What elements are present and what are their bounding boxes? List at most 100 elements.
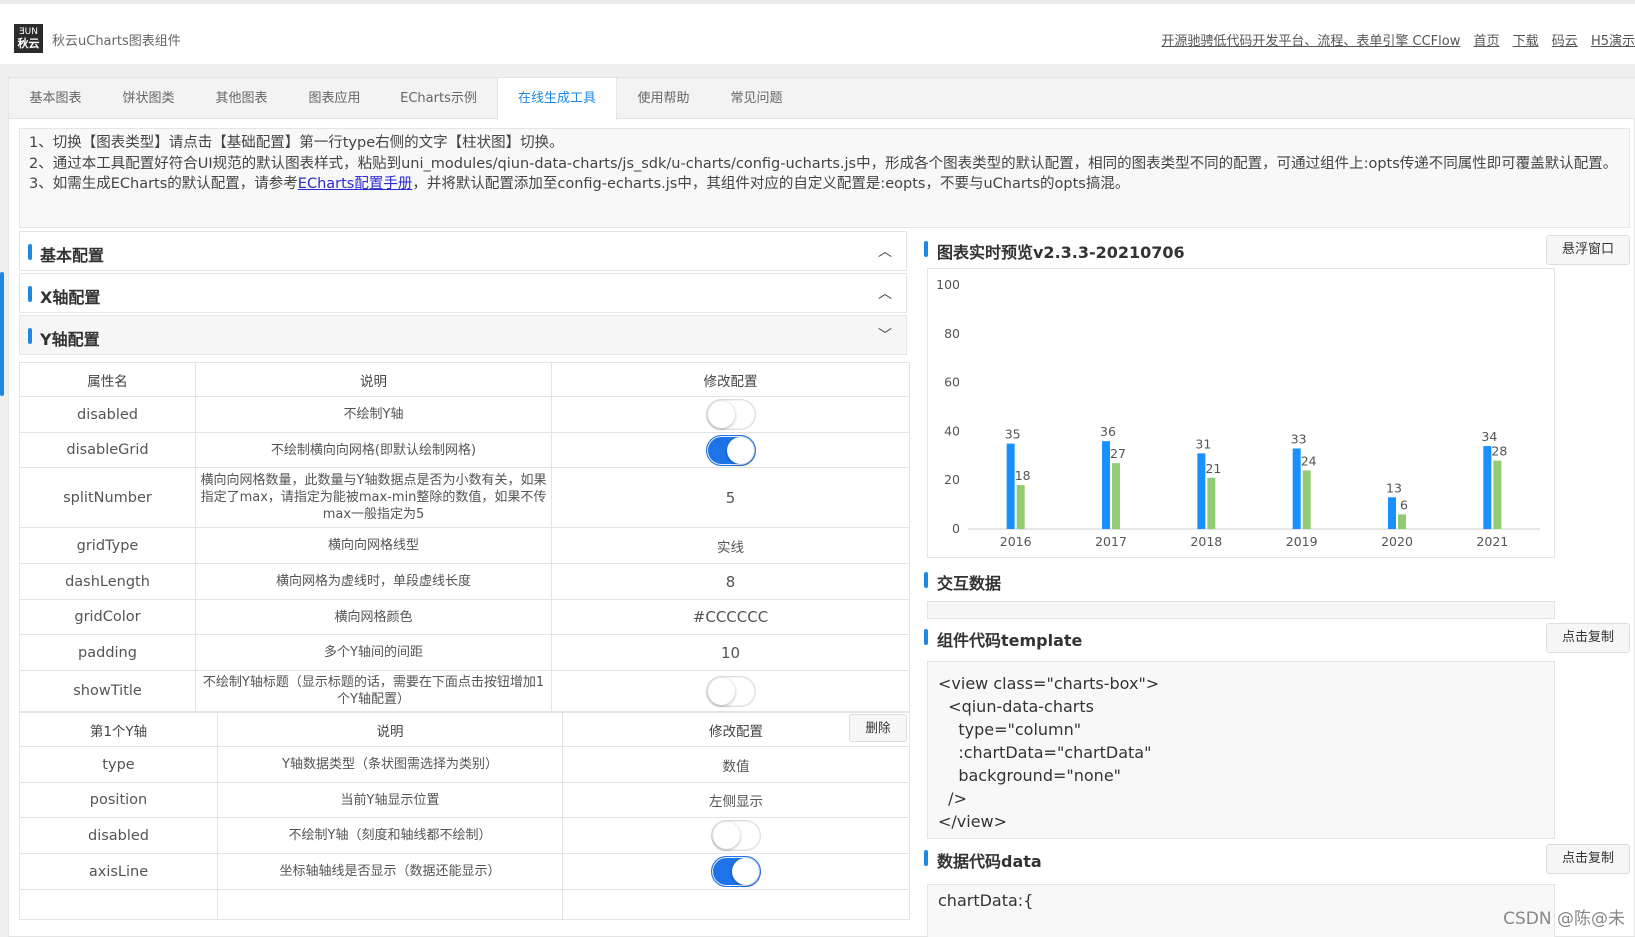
y-tick-label: 100: [936, 277, 960, 292]
table-row: disableGrid 不绘制横向向网格(即默认绘制网格): [19, 432, 910, 468]
link-home[interactable]: 首页: [1473, 34, 1499, 49]
prop-value[interactable]: 8: [551, 563, 910, 600]
data-label: 21: [1205, 461, 1221, 476]
bar-2021-series-1: [1483, 446, 1492, 529]
column-chart: 0 20 40 60 80 100 2016 35 18 2017 36 27 2018 31 21 2019…: [936, 277, 1540, 549]
tab-online-tool[interactable]: 在线生成工具: [497, 78, 617, 120]
app-logo[interactable]: ƎUN 秋云: [14, 24, 43, 53]
header-cell: 第1个Y轴: [19, 712, 218, 747]
section-accent-bar: [924, 572, 928, 588]
delete-yaxis-button[interactable]: 删除: [849, 714, 907, 742]
header-cell-label: 修改配置: [709, 723, 763, 740]
float-window-button[interactable]: 悬浮窗口: [1546, 235, 1630, 265]
bar-2021-series-2: [1493, 460, 1502, 529]
tab-basic-charts[interactable]: 基本图表: [9, 78, 102, 119]
toggle-switch[interactable]: [705, 675, 756, 707]
prop-name: splitNumber: [19, 467, 196, 528]
table-row: disabled 不绘制Y轴: [19, 396, 910, 433]
chevron-down-icon[interactable]: ﹀: [878, 325, 892, 345]
copy-data-button[interactable]: 点击复制: [1546, 844, 1630, 874]
section-yaxis-config[interactable]: Y轴配置 ﹀: [19, 315, 907, 355]
toggle-switch[interactable]: [711, 856, 761, 887]
prop-desc: 多个Y轴间的间距: [195, 634, 552, 671]
data-label: 18: [1015, 468, 1031, 483]
prop-value[interactable]: 实线: [551, 527, 910, 564]
toggle-switch[interactable]: [705, 434, 756, 466]
table-row: gridColor 横向网格颜色 #CCCCCC: [19, 599, 910, 635]
chevron-up-icon[interactable]: ︿: [878, 241, 892, 261]
prop-desc: Y轴数据类型（条状图需选择为类别）: [217, 746, 563, 783]
empty-cell: [19, 889, 218, 920]
prop-desc: 横向向网格线型: [195, 527, 552, 564]
bar-2016-series-1: [1006, 443, 1015, 529]
prop-desc: 坐标轴轴线是否显示（数据还能显示）: [217, 853, 563, 890]
tab-other-charts[interactable]: 其他图表: [195, 78, 288, 119]
template-header: 组件代码template 点击复制: [924, 623, 1630, 653]
logo-text-bottom: 秋云: [17, 37, 40, 50]
link-gitee[interactable]: 码云: [1552, 34, 1578, 49]
x-tick-label: 2016: [1000, 534, 1032, 549]
tab-help[interactable]: 使用帮助: [617, 78, 710, 119]
table-row: padding 多个Y轴间的间距 10: [19, 634, 910, 671]
section-title: Y轴配置: [40, 330, 100, 349]
toggle-switch[interactable]: [711, 820, 761, 851]
header-cell: 属性名: [19, 362, 196, 397]
data-label: 24: [1301, 453, 1317, 468]
notice-line-3-suffix: ，并将默认配置添加至config-echarts.js中，其组件对应的自定义配置…: [412, 176, 1130, 192]
prop-value-cell: [551, 670, 910, 712]
prop-value[interactable]: #CCCCCC: [551, 599, 910, 635]
notice-line-3: 3、如需生成ECharts的默认配置，请参考ECharts配置手册，并将默认配置…: [29, 174, 1620, 195]
bar-2017-series-1: [1102, 441, 1110, 529]
section-basic-config[interactable]: 基本配置 ︿: [19, 231, 907, 271]
y-tick-label: 0: [952, 521, 960, 536]
header-cell: 说明: [195, 362, 552, 397]
section-title: X轴配置: [40, 288, 101, 307]
prop-value[interactable]: 5: [551, 467, 910, 528]
prop-value[interactable]: 左侧显示: [562, 782, 910, 818]
bar-2017-series-2: [1112, 463, 1120, 529]
echarts-manual-link[interactable]: ECharts配置手册: [298, 176, 413, 192]
link-ccflow[interactable]: 开源驰骋低代码开发平台、流程、表单引擎 CCFlow: [1161, 34, 1460, 49]
copy-template-button[interactable]: 点击复制: [1546, 623, 1630, 653]
prop-value[interactable]: 数值: [562, 746, 910, 783]
bar-2018-series-1: [1197, 453, 1206, 529]
prop-value-cell: [562, 817, 910, 854]
prop-desc: 当前Y轴显示位置: [217, 782, 563, 818]
table-header-row: 第1个Y轴 说明 修改配置 删除: [19, 712, 910, 747]
prop-desc: 不绘制横向向网格(即默认绘制网格): [195, 432, 552, 468]
bar-2018-series-2: [1207, 477, 1216, 529]
link-h5-demo[interactable]: H5演示: [1591, 34, 1635, 49]
tab-pie-charts[interactable]: 饼状图类: [102, 78, 195, 119]
scroll-indicator[interactable]: [0, 272, 4, 396]
table-row: showTitle 不绘制Y轴标题（显示标题的话，需要在下面点击按钮增加1个Y轴…: [19, 670, 910, 712]
section-title: 基本配置: [40, 246, 105, 265]
prop-name: showTitle: [19, 670, 196, 712]
notice-line-2: 2、通过本工具配置好符合UI规范的默认图表样式，粘贴到uni_modules/q…: [29, 155, 1618, 172]
bar-2016-series-2: [1016, 485, 1025, 529]
prop-value[interactable]: 10: [551, 634, 910, 671]
template-code[interactable]: <view class="charts-box"> <qiun-data-cha…: [927, 661, 1555, 839]
prop-value-cell: [562, 853, 910, 890]
tab-faq[interactable]: 常见问题: [710, 78, 803, 119]
section-accent-bar: [924, 629, 928, 645]
prop-value-cell: [551, 432, 910, 468]
tab-echarts-examples[interactable]: ECharts示例: [381, 78, 496, 119]
toggle-switch[interactable]: [705, 399, 756, 430]
data-code[interactable]: chartData:{: [927, 884, 1555, 937]
prop-desc: 不绘制Y轴（刻度和轴线都不绘制）: [217, 817, 563, 854]
tab-bar: 基本图表 饼状图类 其他图表 图表应用 ECharts示例 在线生成工具 使用帮…: [9, 78, 1635, 120]
y-tick-label: 60: [944, 375, 960, 390]
prop-name: disabled: [19, 817, 218, 854]
x-tick-label: 2017: [1095, 534, 1127, 549]
tab-chart-apps[interactable]: 图表应用: [288, 78, 381, 119]
bar-2020-series-2: [1398, 514, 1406, 529]
prop-desc: 不绘制Y轴: [195, 396, 552, 433]
chart-preview: 0 20 40 60 80 100 2016 35 18 2017 36 27 2018 31 21 2019…: [927, 268, 1555, 558]
notice-line-1: 1、切换【图表类型】请点击【基础配置】第一行type右侧的文字【柱状图】切换。: [29, 135, 564, 151]
section-accent-bar: [28, 244, 32, 260]
table-row: axisLine 坐标轴轴线是否显示（数据还能显示）: [19, 853, 910, 890]
y-tick-label: 20: [944, 472, 960, 487]
chevron-up-icon[interactable]: ︿: [878, 283, 892, 303]
link-download[interactable]: 下载: [1513, 34, 1539, 49]
section-xaxis-config[interactable]: X轴配置 ︿: [19, 273, 907, 313]
